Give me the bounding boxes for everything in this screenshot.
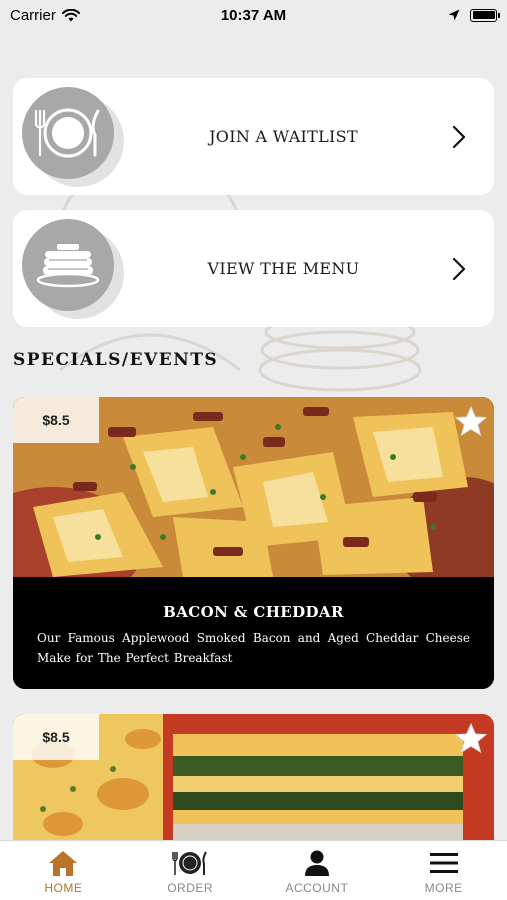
special-card[interactable]: $8.5 BACON & CHEDDAR Our Famous Applewoo… (13, 397, 494, 689)
menu-icon (429, 853, 458, 873)
tab-home[interactable]: HOME (0, 841, 127, 900)
person-icon (304, 850, 329, 876)
tab-label: MORE (424, 881, 463, 895)
status-bar: Carrier 10:37 AM (0, 0, 507, 30)
chevron-right-icon (452, 125, 466, 148)
tab-label: ORDER (167, 881, 214, 895)
plate-cutlery-icon (22, 87, 114, 179)
price-tag: $8.5 (13, 714, 99, 760)
plate-cutlery-icon (172, 851, 208, 875)
bottom-tab-bar: HOME ORDER ACCOUNT MORE (0, 840, 507, 900)
special-name: BACON & CHEDDAR (163, 603, 344, 621)
pancake-stack-icon (22, 219, 114, 311)
join-waitlist-card[interactable]: JOIN A WAITLIST (13, 78, 494, 195)
special-description: Our Famous Applewood Smoked Bacon and Ag… (37, 631, 470, 665)
home-icon (49, 851, 78, 876)
specials-section-title: SPECIALS/EVENTS (13, 350, 219, 370)
tab-label: ACCOUNT (285, 881, 349, 895)
battery-icon (470, 8, 500, 22)
tab-more[interactable]: MORE (380, 841, 507, 900)
tab-order[interactable]: ORDER (127, 841, 254, 900)
star-favorite-icon[interactable] (454, 405, 488, 439)
star-favorite-icon[interactable] (454, 722, 488, 756)
tab-label: HOME (44, 881, 83, 895)
view-menu-card[interactable]: VIEW THE MENU (13, 210, 494, 327)
chevron-right-icon (452, 257, 466, 280)
special-caption: BACON & CHEDDAR Our Famous Applewood Smo… (13, 577, 494, 689)
price-tag: $8.5 (13, 397, 99, 443)
view-menu-label: VIEW THE MENU (207, 259, 360, 278)
status-time: 10:37 AM (220, 6, 287, 24)
join-waitlist-label: JOIN A WAITLIST (209, 127, 358, 146)
tab-account[interactable]: ACCOUNT (254, 841, 381, 900)
special-card[interactable]: $8.5 (13, 714, 494, 854)
